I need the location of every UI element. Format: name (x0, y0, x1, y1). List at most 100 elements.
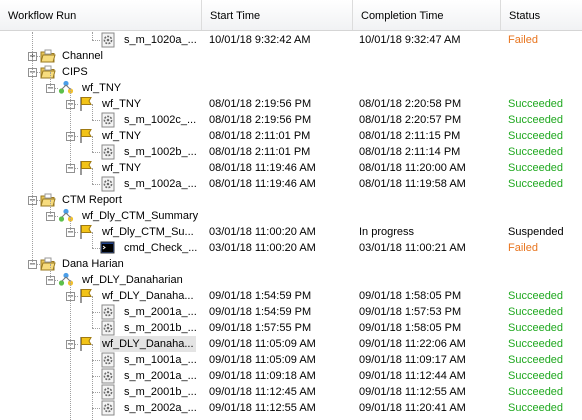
start-time-cell: 08/01/18 2:11:01 PM (209, 146, 311, 158)
start-time-cell: 09/01/18 11:12:55 AM (209, 402, 316, 414)
tree-connector (92, 184, 100, 185)
tree-row[interactable]: − wf_TNY 08/01/18 2:19:56 PM 08/01/18 2:20:… (0, 96, 582, 112)
status-cell: Succeeded (508, 402, 564, 414)
folder-icon (40, 64, 56, 80)
column-header-completion-time[interactable]: Completion Time (353, 0, 501, 30)
tree-row[interactable]: − wf_DLY_Danaha... 09/01/18 1:54:59 PM 09/0… (0, 288, 582, 304)
tree-connector (92, 392, 100, 393)
status-cell: Failed (508, 242, 538, 254)
tree-row[interactable]: − wf_TNY (0, 80, 582, 96)
workflow-icon (58, 272, 74, 288)
tree-connector (92, 248, 100, 249)
status-cell: Failed (508, 34, 538, 46)
column-header-workflow-run[interactable]: Workflow Run (0, 0, 202, 30)
tree-row[interactable]: s_m_2001b_... 09/01/18 11:12:45 AM 09/01/1… (0, 384, 582, 400)
session-icon (100, 352, 116, 368)
tree-item-label: wf_Dly_CTM_Su... (102, 226, 194, 238)
completion-time-cell: 09/01/18 11:22:06 AM (359, 338, 466, 350)
start-time-cell: 03/01/18 11:00:20 AM (209, 226, 316, 238)
tree-item-label: CIPS (62, 66, 88, 78)
status-cell: Succeeded (508, 146, 564, 158)
status-cell: Succeeded (508, 98, 564, 110)
tree-item-label: s_m_2001a_... (124, 306, 197, 318)
tree-item-label: s_m_1002c_... (124, 114, 197, 126)
column-header-status[interactable]: Status (501, 0, 582, 30)
start-time-cell: 08/01/18 11:19:46 AM (209, 162, 316, 174)
tree-guide (32, 32, 33, 264)
session-icon (100, 144, 116, 160)
tree-connector (92, 328, 100, 329)
tree-item-label: wf_Dly_CTM_Summary (82, 210, 199, 222)
completion-time-cell: 08/01/18 2:20:58 PM (359, 98, 462, 110)
tree-item-label: s_m_1001a_... (124, 354, 197, 366)
tree-row[interactable]: s_m_2001a_... 09/01/18 11:09:18 AM 09/01/1… (0, 368, 582, 384)
start-time-cell: 08/01/18 2:11:01 PM (209, 130, 311, 142)
start-time-cell: 09/01/18 1:54:59 PM (209, 306, 312, 318)
tree-row[interactable]: + Channel (0, 48, 582, 64)
tree-row[interactable]: − wf_DLY_Danaha... 09/01/18 11:05:09 AM 09/… (0, 336, 582, 352)
start-time-cell: 08/01/18 2:19:56 PM (209, 98, 312, 110)
tree-row[interactable]: − CIPS (0, 64, 582, 80)
workflow-icon (58, 208, 74, 224)
start-time-cell: 09/01/18 1:57:55 PM (209, 322, 312, 334)
status-cell: Succeeded (508, 354, 564, 366)
tree-item-label: s_m_1002b_... (124, 146, 197, 158)
start-time-cell: 09/01/18 11:12:45 AM (209, 386, 316, 398)
tree-item-label: s_m_1020a_... (124, 34, 197, 46)
completion-time-cell: 08/01/18 2:20:57 PM (359, 114, 462, 126)
start-time-cell: 08/01/18 2:19:56 PM (209, 114, 312, 126)
status-cell: Succeeded (508, 130, 564, 142)
session-icon (100, 400, 116, 416)
tree-row[interactable]: s_m_1001a_... 09/01/18 11:05:09 AM 09/01/1… (0, 352, 582, 368)
tree-row[interactable]: s_m_1020a_... 10/01/18 9:32:42 AM 10/01/18… (0, 32, 582, 48)
tree-row[interactable]: − CTM Report (0, 192, 582, 208)
tree-row[interactable]: − wf_Dly_CTM_Su... 03/01/18 11:00:20 AM In … (0, 224, 582, 240)
session-icon (100, 304, 116, 320)
tree-row[interactable]: − wf_TNY 08/01/18 11:19:46 AM 08/01/18 11:2… (0, 160, 582, 176)
status-cell: Succeeded (508, 306, 564, 318)
tree-row[interactable]: s_m_2001a_... 09/01/18 1:54:59 PM 09/01/18… (0, 304, 582, 320)
tree-item-label: s_m_2001b_... (124, 322, 197, 334)
session-icon (100, 112, 116, 128)
tree-item-label: CTM Report (62, 194, 122, 206)
start-time-cell: 09/01/18 11:05:09 AM (209, 338, 316, 350)
tree-row[interactable]: − wf_Dly_CTM_Summary (0, 208, 582, 224)
start-time-cell: 09/01/18 11:05:09 AM (209, 354, 316, 366)
folder-icon (40, 48, 56, 64)
workflow-run-tree-grid[interactable]: Workflow Run Start Time Completion Time … (0, 0, 582, 420)
column-header-start-time[interactable]: Start Time (202, 0, 353, 30)
start-time-cell: 08/01/18 11:19:46 AM (209, 178, 316, 190)
completion-time-cell: 09/01/18 1:58:05 PM (359, 290, 462, 302)
tree-guide (92, 344, 93, 420)
tree-guide (50, 264, 51, 280)
tree-item-label: wf_DLY_Danaharian (82, 274, 183, 286)
tree-row[interactable]: − wf_DLY_Danaharian (0, 272, 582, 288)
tree-row[interactable]: s_m_2002a_... 09/01/18 11:12:55 AM 09/01/1… (0, 400, 582, 416)
tree-item-label: wf_TNY (102, 98, 142, 110)
status-cell: Succeeded (508, 322, 564, 334)
tree-item-label: wf_DLY_Danaha... (102, 290, 194, 302)
status-cell: Succeeded (508, 114, 564, 126)
completion-time-cell: 10/01/18 9:32:47 AM (359, 34, 461, 46)
tree-row[interactable]: s_m_1002a_... 08/01/18 11:19:46 AM 08/01/1… (0, 176, 582, 192)
tree-row[interactable]: cmd_Check_... 03/01/18 11:00:20 AM 03/01/1… (0, 240, 582, 256)
completion-time-cell: 08/01/18 11:19:58 AM (359, 178, 466, 190)
tree-row[interactable]: − wf_TNY 08/01/18 2:11:01 PM 08/01/18 2:11:… (0, 128, 582, 144)
completion-time-cell: 09/01/18 1:58:05 PM (359, 322, 462, 334)
status-cell: Succeeded (508, 290, 564, 302)
tree-guide (70, 280, 71, 420)
status-cell: Succeeded (508, 386, 564, 398)
tree-item-label: Dana Harian (62, 258, 124, 270)
tree-item-label: wf_TNY (102, 162, 142, 174)
tree-item-label: s_m_2001a_... (124, 370, 197, 382)
tree-row[interactable]: s_m_2001b_... 09/01/18 1:57:55 PM 09/01/18… (0, 320, 582, 336)
tree-row[interactable]: s_m_1002c_... 08/01/18 2:19:56 PM 08/01/18… (0, 112, 582, 128)
session-icon (100, 32, 116, 48)
tree-guide (50, 72, 51, 88)
completion-time-cell: 09/01/18 11:12:55 AM (359, 386, 466, 398)
tree-row[interactable]: − Dana Harian (0, 256, 582, 272)
start-time-cell: 10/01/18 9:32:42 AM (209, 34, 311, 46)
tree-row[interactable]: s_m_1002b_... 08/01/18 2:11:01 PM 08/01/18… (0, 144, 582, 160)
start-time-cell: 09/01/18 11:09:18 AM (209, 370, 316, 382)
status-cell: Succeeded (508, 178, 564, 190)
